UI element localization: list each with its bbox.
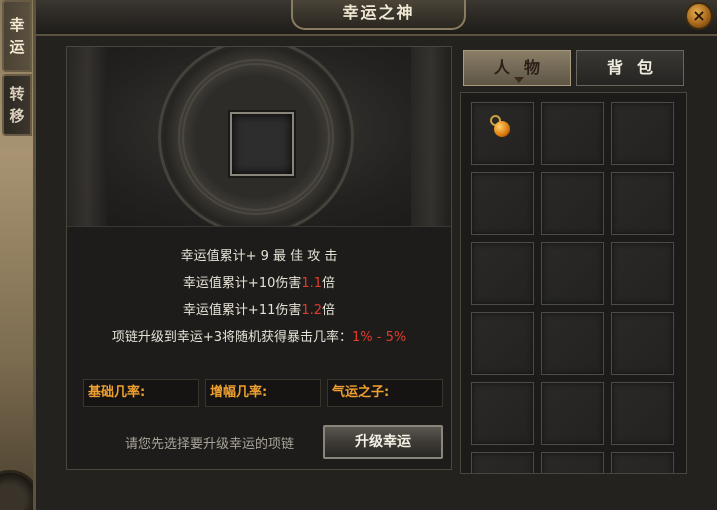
inventory-slot[interactable] [471, 242, 534, 305]
necklace-slot[interactable] [230, 112, 294, 176]
info-line-4-prefix: 项链升级到幸运+3将随机获得暴击几率： [111, 330, 352, 345]
info-line-3-suffix: 倍 [322, 303, 336, 318]
luck-info: 幸运值累计+ 9 最 佳 攻 击 幸运值累计+10伤害1.1倍 幸运值累计+11… [67, 243, 451, 351]
inventory-slot[interactable] [471, 382, 534, 445]
info-line-2-prefix: 幸运值累计+10伤害 [182, 276, 302, 291]
inventory-slot[interactable] [541, 382, 604, 445]
close-button[interactable]: × [685, 2, 713, 30]
inventory-slot[interactable] [541, 172, 604, 235]
info-line-2-suffix: 倍 [322, 276, 336, 291]
side-tab-luck[interactable]: 幸 运 [2, 0, 32, 72]
pillar-left [67, 47, 107, 226]
inventory-slot[interactable] [541, 452, 604, 473]
info-line-2: 幸运值累计+10伤害1.1倍 [67, 270, 451, 297]
title-bar: 幸运之神 × [36, 0, 717, 36]
luck-son-field: 气运之子: [327, 379, 443, 407]
inventory-panel: 人物 背包 [460, 46, 687, 476]
inventory-slot[interactable] [541, 312, 604, 375]
side-tab-transfer-char-1: 转 [9, 85, 25, 103]
info-line-4-value: 1% - 5% [351, 330, 407, 345]
tab-character[interactable]: 人物 [463, 50, 571, 86]
info-line-4: 项链升级到幸运+3将随机获得暴击几率：1% - 5% [67, 324, 451, 351]
boost-rate-field: 增幅几率: [205, 379, 321, 407]
pillar-right [411, 47, 451, 226]
inventory-slot[interactable] [541, 242, 604, 305]
side-tab-transfer-char-2: 移 [9, 107, 25, 125]
luck-god-window: 幸运之神 × 幸运值累计+ 9 最 佳 攻 击 幸运值累计+10伤害1.1倍 幸… [33, 0, 717, 510]
info-line-3-prefix: 幸运值累计+11伤害 [182, 303, 302, 318]
tab-backpack-label: 背包 [606, 58, 667, 77]
inventory-slot[interactable] [541, 102, 604, 165]
inventory-slot[interactable] [611, 172, 674, 235]
amulet-icon [490, 115, 510, 137]
inventory-slot[interactable] [471, 172, 534, 235]
side-tab-luck-char-2: 运 [9, 38, 25, 56]
side-tab-transfer[interactable]: 转 移 [2, 74, 32, 136]
inventory-slot[interactable] [611, 382, 674, 445]
tab-backpack[interactable]: 背包 [576, 50, 684, 86]
altar-artwork [67, 47, 451, 227]
inventory-slot[interactable] [611, 102, 674, 165]
hint-text: 请您先选择要升级幸运的项链 [125, 437, 295, 452]
inventory-slot[interactable] [611, 242, 674, 305]
info-line-1: 幸运值累计+ 9 最 佳 攻 击 [180, 249, 338, 264]
base-rate-field: 基础几率: [83, 379, 199, 407]
rate-stats: 基础几率: 增幅几率: 气运之子: [83, 379, 445, 407]
info-line-3: 幸运值累计+11伤害1.2倍 [67, 297, 451, 324]
info-line-3-value: 1.2 [301, 303, 323, 318]
side-tab-luck-char-1: 幸 [9, 16, 25, 34]
inventory-slot[interactable] [471, 312, 534, 375]
upgrade-luck-button[interactable]: 升级幸运 [323, 425, 443, 459]
info-line-2-value: 1.1 [301, 276, 323, 291]
inventory-grid [460, 92, 687, 474]
inventory-slot[interactable] [611, 312, 674, 375]
inventory-slot[interactable] [471, 452, 534, 473]
upgrade-panel: 幸运值累计+ 9 最 佳 攻 击 幸运值累计+10伤害1.1倍 幸运值累计+11… [66, 46, 452, 470]
inventory-slot[interactable] [471, 102, 534, 165]
caret-down-icon [514, 77, 524, 83]
tab-character-label: 人物 [493, 58, 554, 77]
window-title: 幸运之神 [291, 0, 466, 30]
inventory-slot[interactable] [611, 452, 674, 473]
